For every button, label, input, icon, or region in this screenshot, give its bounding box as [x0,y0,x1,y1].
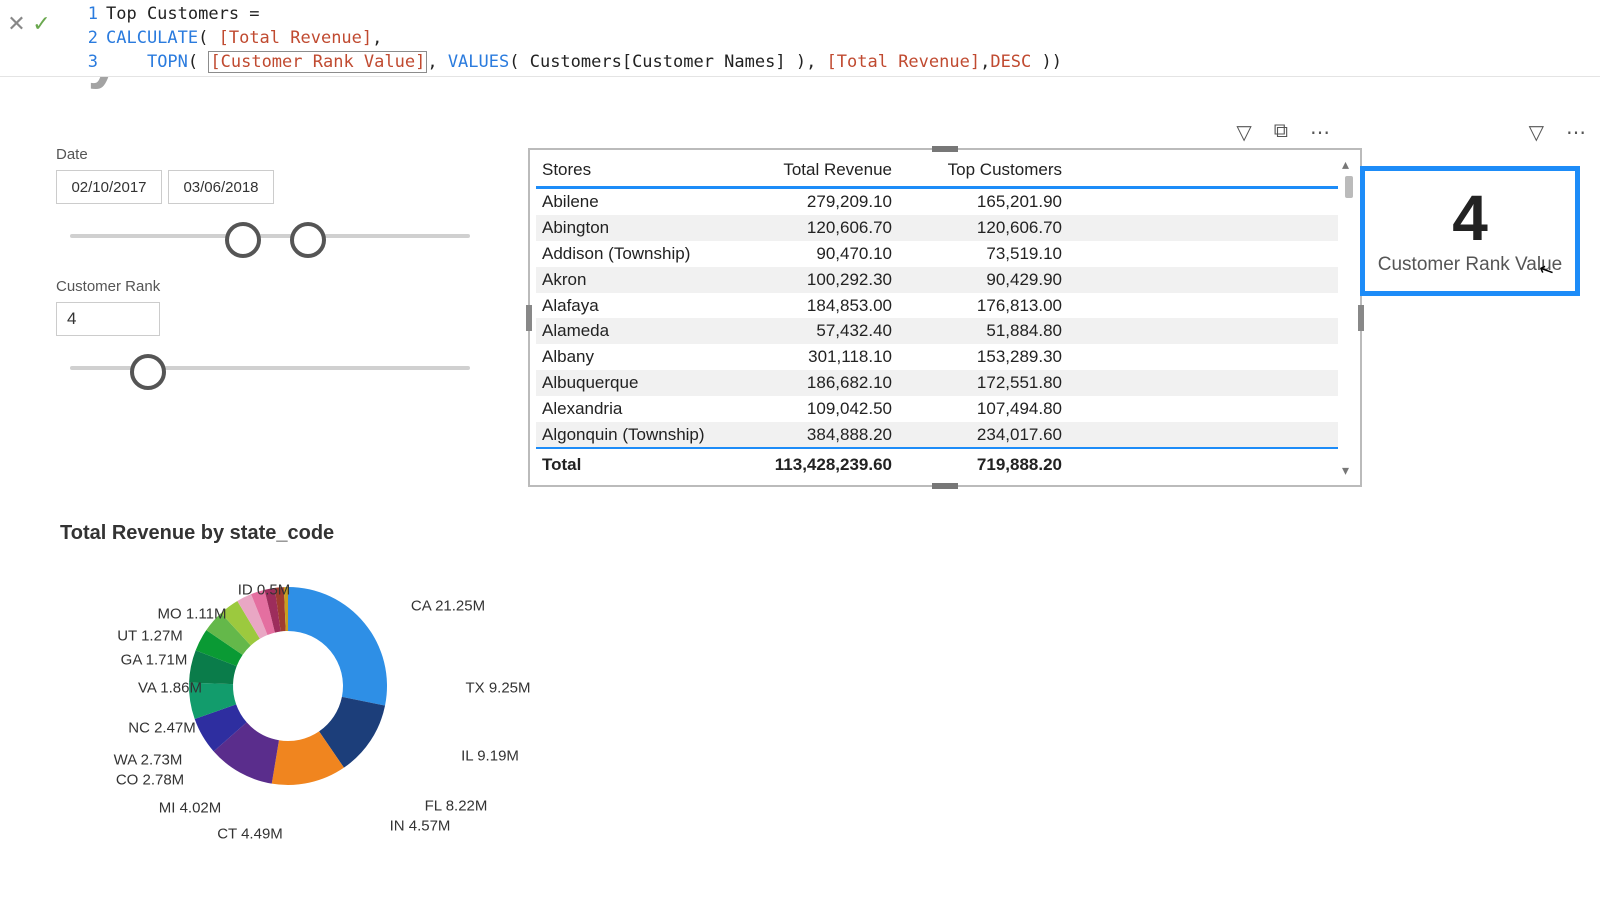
date-range-thumb-from[interactable] [225,222,261,258]
card-value: 4 [1452,186,1488,250]
formula-bar: ✕ ✓ 1Top Customers = 2CALCULATE( [Total … [0,0,1600,77]
donut-chart-visual[interactable]: Total Revenue by state_code CA 21.25MTX … [60,522,520,882]
formula-commit-icon[interactable]: ✓ [32,11,50,37]
report-canvas: Date Customer Rank ▽ ⧉ ⋯ ▽ ⋯ Stores Tota… [0,78,1600,900]
donut-label: CO 2.78M [116,772,184,789]
formula-line-1: Top Customers = [106,4,260,24]
card-label: Customer Rank Value [1378,254,1562,276]
date-from-input[interactable] [56,170,162,204]
rank-slider[interactable] [70,350,470,390]
donut-label: CT 4.49M [217,826,283,843]
stores-table-visual[interactable]: Stores Total Revenue Top Customers Abile… [528,148,1362,487]
donut-label: IL 9.19M [461,748,519,765]
table-row[interactable]: Alexandria109,042.50107,494.80 [536,396,1338,422]
col-header-topcust[interactable]: Top Customers [892,160,1062,180]
filter-icon[interactable]: ▽ [1529,120,1544,145]
resize-handle-right[interactable] [1358,305,1364,331]
donut-label: FL 8.22M [425,798,488,815]
formula-editor[interactable]: 1Top Customers = 2CALCULATE( [Total Reve… [54,0,1600,74]
date-to-input[interactable] [168,170,274,204]
table-row[interactable]: Algonquin (Township)384,888.20234,017.60 [536,422,1338,447]
rank-slicer-label: Customer Rank [56,278,160,295]
donut-segment-CA[interactable] [288,587,387,706]
table-header-row: Stores Total Revenue Top Customers [536,154,1338,189]
table-row[interactable]: Akron100,292.3090,429.90 [536,267,1338,293]
rank-slider-thumb[interactable] [130,354,166,390]
card-visual-header: ▽ ⋯ [1529,120,1586,145]
donut-label: ID 0.5M [238,582,291,599]
col-header-revenue[interactable]: Total Revenue [722,160,892,180]
donut-label: MI 4.02M [159,800,222,817]
table-total-row: Total 113,428,239.60 719,888.20 [536,447,1338,481]
donut-label: UT 1.27M [117,628,183,645]
donut-label: TX 9.25M [465,680,530,697]
table-row[interactable]: Alameda57,432.4051,884.80 [536,318,1338,344]
date-range-slider[interactable] [70,218,470,258]
donut-label: IN 4.57M [390,818,451,835]
date-range-thumb-to[interactable] [290,222,326,258]
table-scrollbar[interactable] [1342,158,1358,477]
more-options-icon[interactable]: ⋯ [1310,120,1330,145]
donut-label: NC 2.47M [128,720,196,737]
donut-label: WA 2.73M [114,752,183,769]
donut-label: MO 1.11M [158,606,227,623]
donut-label: VA 1.86M [138,680,202,697]
table-row[interactable]: Alafaya184,853.00176,813.00 [536,293,1338,319]
table-visual-header: ▽ ⧉ ⋯ [1236,120,1330,145]
table-row[interactable]: Abilene279,209.10165,201.90 [536,189,1338,215]
more-options-icon[interactable]: ⋯ [1566,120,1586,145]
col-header-stores[interactable]: Stores [536,160,722,180]
table-row[interactable]: Addison (Township)90,470.1073,519.10 [536,241,1338,267]
table-row[interactable]: Albuquerque186,682.10172,551.80 [536,370,1338,396]
table-row[interactable]: Abington120,606.70120,606.70 [536,215,1338,241]
filter-icon[interactable]: ▽ [1236,120,1251,145]
formula-cancel-icon[interactable]: ✕ [7,11,25,37]
date-slicer-label: Date [56,146,88,163]
focus-mode-icon[interactable]: ⧉ [1274,120,1288,145]
rank-value-input[interactable] [56,302,160,336]
chart-title: Total Revenue by state_code [60,522,520,545]
donut-label: GA 1.71M [121,652,188,669]
donut-label: CA 21.25M [411,598,485,615]
table-row[interactable]: Albany301,118.10153,289.30 [536,344,1338,370]
resize-handle-left[interactable] [526,305,532,331]
